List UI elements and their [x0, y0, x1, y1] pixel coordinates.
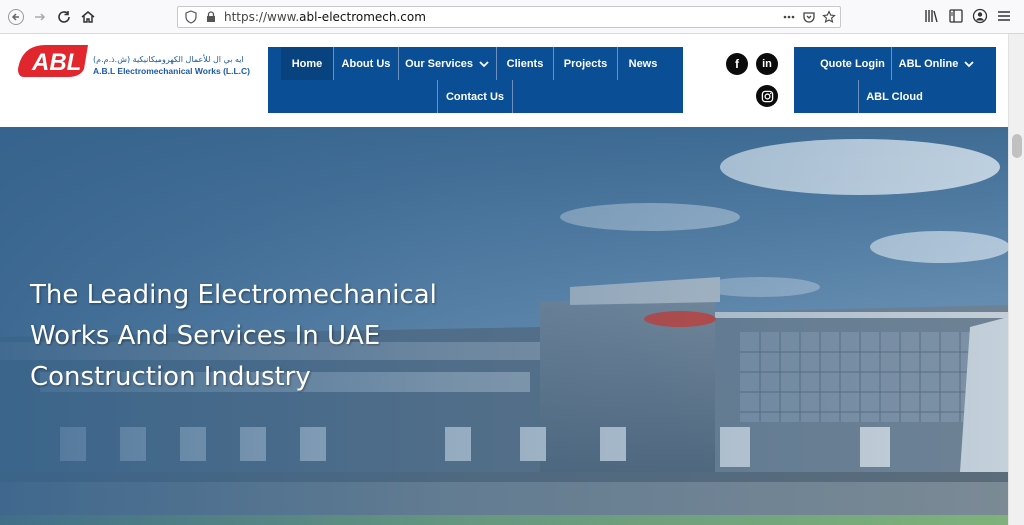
page-scrollbar[interactable]: [1008, 34, 1024, 525]
facebook-icon[interactable]: f: [726, 53, 748, 75]
chevron-down-icon: [479, 60, 489, 67]
nav-projects-label: Projects: [563, 57, 608, 70]
hero-headline: The Leading Electromechanical Works And …: [30, 280, 437, 392]
forward-icon: [35, 13, 46, 21]
instagram-glyph: [761, 90, 773, 102]
svg-text:ABL: ABL: [31, 49, 81, 76]
url-text[interactable]: https://www.abl-electromech.com: [224, 10, 426, 24]
reload-icon: [58, 11, 70, 23]
nav-contact[interactable]: Contact Us: [437, 80, 513, 113]
nav-clients[interactable]: Clients: [497, 47, 554, 80]
scrollbar-thumb[interactable]: [1012, 134, 1022, 158]
shield-icon[interactable]: [184, 10, 198, 24]
account-icon[interactable]: [972, 8, 988, 24]
home-icon: [81, 11, 95, 23]
forward-button[interactable]: [30, 7, 50, 27]
hero-banner: The Leading Electromechanical Works And …: [0, 127, 1008, 525]
back-icon: [8, 9, 24, 25]
browser-toolbar: https://www.abl-electromech.com: [0, 0, 1024, 34]
logo-english-text: A.B.L Electromechanical Works (L.L.C): [93, 66, 250, 76]
reload-button[interactable]: [54, 7, 74, 27]
nav-abl-online[interactable]: ABL Online: [892, 47, 982, 80]
logo-arabic-text: ايه بي ال للأعمال الكهروميكانيكية (ش.ذ.م…: [93, 55, 244, 64]
facebook-glyph: f: [735, 57, 739, 71]
menu-icon[interactable]: [996, 8, 1012, 24]
url-host: abl-electromech.com: [299, 10, 426, 24]
chevron-down-icon: [964, 60, 974, 67]
nav-abl-cloud-label: ABL Cloud: [866, 90, 923, 103]
nav-home-label: Home: [291, 57, 323, 70]
nav-home[interactable]: Home: [281, 47, 334, 80]
web-page: ABL ايه بي ال للأعمال الكهروميكانيكية (ش…: [0, 34, 1024, 525]
nav-clients-label: Clients: [506, 57, 544, 70]
nav-quote-login[interactable]: Quote Login: [814, 47, 892, 80]
nav-quote-login-label: Quote Login: [820, 57, 885, 70]
abl-logo-icon: ABL: [18, 45, 88, 77]
secondary-nav: Quote Login ABL Online ABL Cloud: [794, 47, 996, 113]
back-button[interactable]: [6, 7, 26, 27]
star-icon[interactable]: [822, 10, 836, 24]
url-scheme: https://www.: [224, 10, 300, 24]
nav-news-label: News: [628, 57, 658, 70]
library-icon[interactable]: [924, 8, 940, 24]
home-button[interactable]: [78, 7, 98, 27]
nav-services[interactable]: Our Services: [399, 47, 497, 80]
instagram-icon[interactable]: [756, 85, 778, 107]
nav-about[interactable]: About Us: [334, 47, 399, 80]
pocket-icon[interactable]: [802, 10, 816, 24]
lock-icon[interactable]: [204, 10, 218, 24]
main-nav: Home About Us Our Services Clients Proje…: [268, 47, 683, 113]
site-header: ABL ايه بي ال للأعمال الكهروميكانيكية (ش…: [0, 34, 1008, 127]
nav-projects[interactable]: Projects: [554, 47, 618, 80]
sidebar-icon[interactable]: [948, 8, 964, 24]
nav-abl-online-label: ABL Online: [898, 57, 959, 70]
nav-news[interactable]: News: [618, 47, 668, 80]
nav-services-label: Our Services: [405, 57, 473, 70]
more-icon[interactable]: [782, 10, 796, 24]
nav-about-label: About Us: [341, 57, 391, 70]
site-logo[interactable]: ABL ايه بي ال للأعمال الكهروميكانيكية (ش…: [18, 39, 268, 89]
nav-abl-cloud[interactable]: ABL Cloud: [858, 80, 930, 113]
url-bar[interactable]: https://www.abl-electromech.com: [177, 6, 841, 28]
nav-contact-label: Contact Us: [445, 90, 505, 103]
linkedin-glyph: in: [762, 58, 772, 70]
linkedin-icon[interactable]: in: [756, 53, 778, 75]
